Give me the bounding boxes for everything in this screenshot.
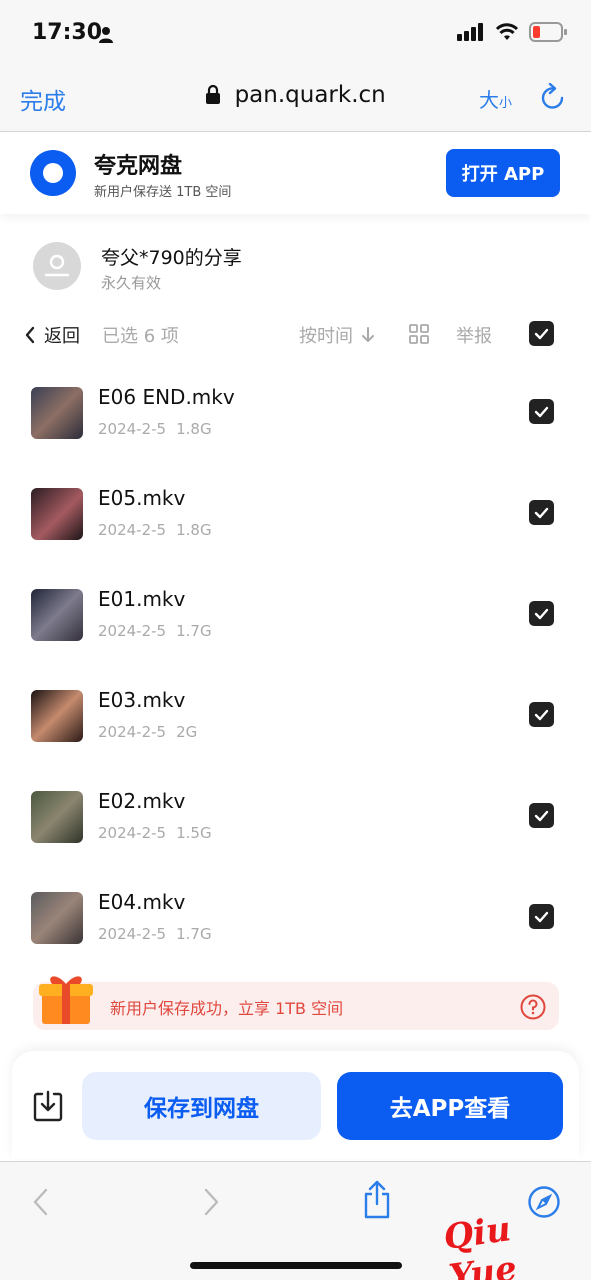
file-meta: 2024-2-5 1.5G — [98, 824, 212, 842]
file-name: E01.mkv — [98, 587, 186, 611]
view-in-app-button[interactable]: 去APP查看 — [337, 1072, 563, 1140]
video-thumbnail — [31, 387, 83, 439]
chevron-left-icon — [25, 326, 35, 344]
status-time: 17:30 — [32, 20, 103, 45]
back-button[interactable]: 返回 — [24, 322, 80, 348]
file-name: E02.mkv — [98, 789, 186, 813]
video-thumbnail — [31, 791, 83, 843]
check-icon — [534, 709, 549, 720]
reload-icon[interactable] — [540, 83, 566, 111]
share-icon[interactable] — [362, 1180, 392, 1220]
signal-icon — [457, 23, 483, 41]
check-icon — [534, 911, 549, 922]
file-name: E03.mkv — [98, 688, 186, 712]
back-label: 返回 — [44, 326, 80, 347]
share-validity: 永久有效 — [101, 274, 162, 292]
file-size: 1.7G — [176, 925, 212, 943]
open-app-button[interactable]: 打开 APP — [446, 149, 560, 197]
file-date: 2024-2-5 — [98, 824, 167, 842]
file-meta: 2024-2-5 1.7G — [98, 622, 212, 640]
status-indicators — [457, 22, 567, 42]
file-meta: 2024-2-5 1.8G — [98, 420, 212, 438]
file-size: 1.8G — [176, 420, 212, 438]
sort-by-time-button[interactable]: 按时间 — [299, 322, 375, 348]
file-name: E04.mkv — [98, 890, 186, 914]
file-meta: 2024-2-5 1.7G — [98, 925, 212, 943]
file-checkbox[interactable] — [529, 904, 554, 929]
home-indicator — [190, 1262, 402, 1269]
file-checkbox[interactable] — [529, 500, 554, 525]
file-checkbox[interactable] — [529, 702, 554, 727]
forward-nav-icon[interactable] — [202, 1188, 220, 1216]
file-size: 2G — [176, 723, 198, 741]
quark-logo-icon — [30, 150, 76, 196]
report-button[interactable]: 举报 — [456, 322, 492, 348]
file-size: 1.7G — [176, 622, 212, 640]
person-icon — [99, 27, 113, 43]
share-owner: 夸父*790的分享 — [101, 247, 242, 269]
file-date: 2024-2-5 — [98, 521, 167, 539]
gift-icon — [39, 976, 93, 1024]
browser-top-bar: 完成 pan.quark.cn 大小 — [0, 70, 591, 132]
list-item[interactable]: E05.mkv 2024-2-5 1.8G — [0, 486, 591, 588]
select-all-checkbox[interactable] — [529, 321, 554, 346]
list-item[interactable]: E06 END.mkv 2024-2-5 1.8G — [0, 385, 591, 487]
file-toolbar: 返回 已选 6 项 按时间 举报 — [0, 315, 591, 355]
video-thumbnail — [31, 892, 83, 944]
file-meta: 2024-2-5 2G — [98, 723, 197, 741]
file-checkbox[interactable] — [529, 601, 554, 626]
check-icon — [534, 608, 549, 619]
save-to-drive-button[interactable]: 保存到网盘 — [82, 1072, 321, 1140]
file-name: E06 END.mkv — [98, 385, 235, 409]
file-size: 1.5G — [176, 824, 212, 842]
back-nav-icon[interactable] — [32, 1188, 50, 1216]
file-date: 2024-2-5 — [98, 622, 167, 640]
app-promo-subtitle: 新用户保存送 1TB 空间 — [94, 185, 232, 200]
sort-label: 按时间 — [299, 326, 353, 347]
check-icon — [534, 328, 549, 339]
arrow-down-icon — [361, 327, 374, 342]
file-checkbox[interactable] — [529, 399, 554, 424]
promo-text: 新用户保存成功，立享 1TB 空间 — [110, 999, 344, 1018]
battery-icon — [529, 22, 567, 42]
avatar — [33, 242, 81, 290]
file-size: 1.8G — [176, 521, 212, 539]
list-item[interactable]: E02.mkv 2024-2-5 1.5G — [0, 789, 591, 891]
file-name: E05.mkv — [98, 486, 186, 510]
user-avatar-icon — [44, 254, 70, 277]
file-date: 2024-2-5 — [98, 420, 167, 438]
video-thumbnail — [31, 488, 83, 540]
promo-banner[interactable]: 新用户保存成功，立享 1TB 空间 — [33, 982, 559, 1030]
file-date: 2024-2-5 — [98, 723, 167, 741]
status-bar: 17:30 — [0, 0, 591, 70]
list-item[interactable]: E03.mkv 2024-2-5 2G — [0, 688, 591, 790]
url-text: pan.quark.cn — [234, 82, 386, 108]
check-icon — [534, 406, 549, 417]
file-checkbox[interactable] — [529, 803, 554, 828]
app-name: 夸克网盘 — [94, 154, 183, 179]
check-icon — [534, 810, 549, 821]
lock-icon — [206, 84, 221, 104]
file-date: 2024-2-5 — [98, 925, 167, 943]
text-size-small-label: 小 — [499, 96, 513, 111]
text-size-large-label: 大 — [479, 88, 499, 112]
file-meta: 2024-2-5 1.8G — [98, 521, 212, 539]
app-banner: 夸克网盘 新用户保存送 1TB 空间 打开 APP — [0, 132, 591, 214]
text-size-button[interactable]: 大小 — [479, 84, 512, 113]
grid-view-icon[interactable] — [409, 324, 429, 344]
help-icon[interactable] — [520, 994, 546, 1020]
list-item[interactable]: E01.mkv 2024-2-5 1.7G — [0, 587, 591, 689]
wifi-icon — [495, 23, 519, 40]
download-icon[interactable] — [33, 1090, 63, 1122]
check-icon — [534, 507, 549, 518]
video-thumbnail — [31, 690, 83, 742]
selected-count: 已选 6 项 — [102, 326, 179, 347]
video-thumbnail — [31, 589, 83, 641]
